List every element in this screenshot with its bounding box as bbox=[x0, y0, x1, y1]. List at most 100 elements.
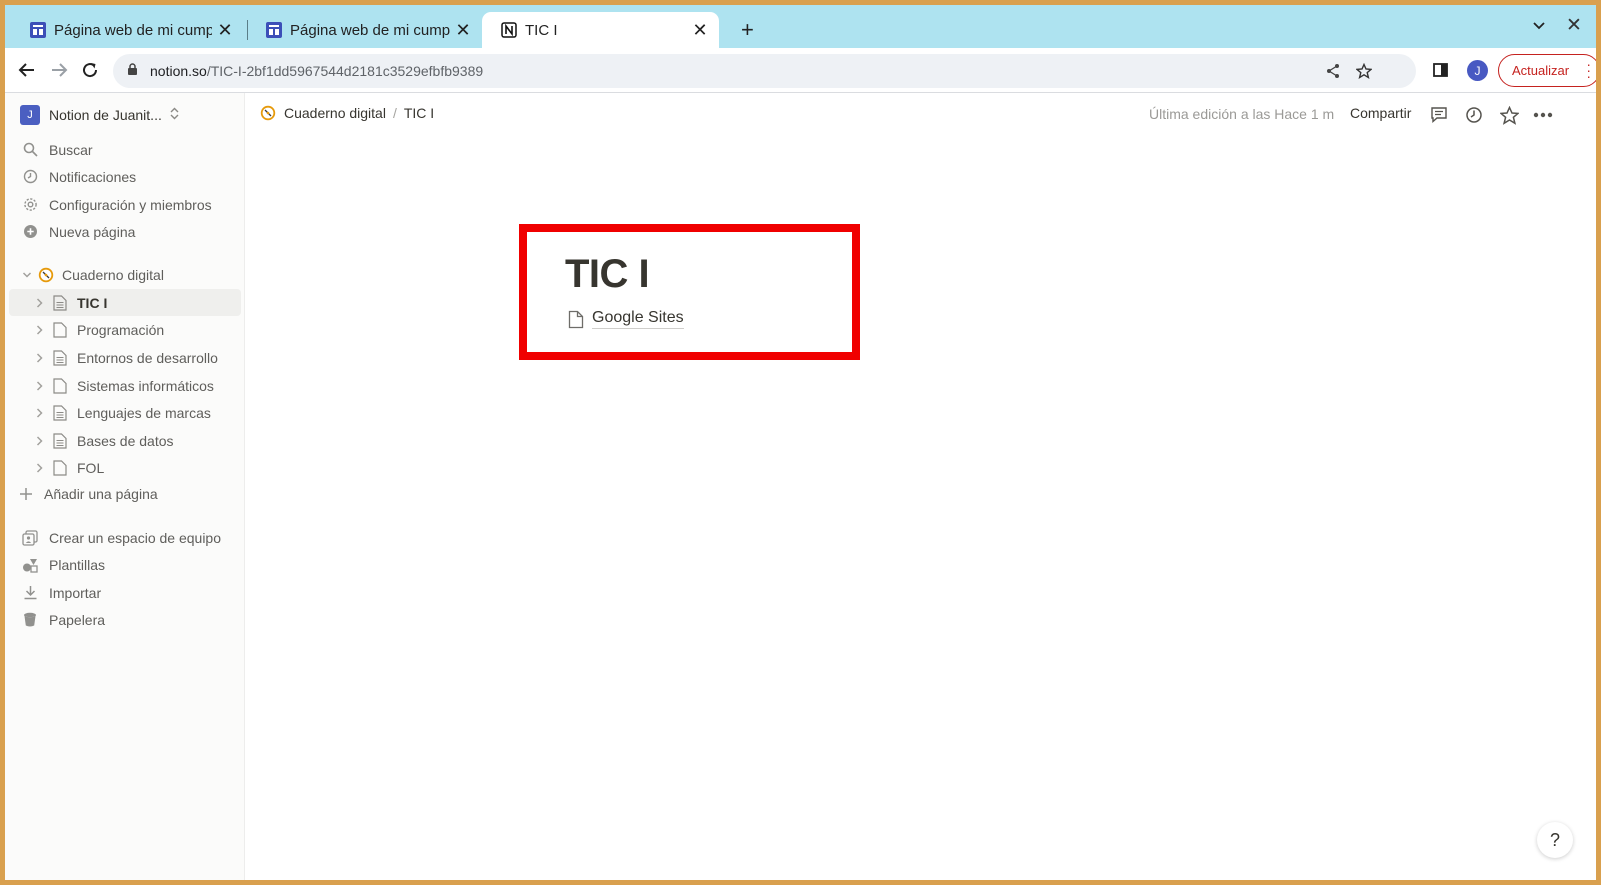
breadcrumb: Cuaderno digital / TIC I bbox=[260, 105, 434, 121]
chevron-right-icon[interactable] bbox=[32, 324, 46, 335]
lock-icon bbox=[127, 63, 138, 79]
sidebar-page-item[interactable]: TIC I bbox=[9, 289, 241, 316]
highlight-box: TIC I Google Sites bbox=[519, 224, 860, 360]
chevron-down-icon[interactable] bbox=[20, 270, 34, 280]
url-host: notion.so bbox=[150, 63, 207, 79]
sidebar-item-search[interactable]: Buscar bbox=[9, 136, 241, 163]
chevron-right-icon[interactable] bbox=[32, 380, 46, 391]
sidebar-item-label: Configuración y miembros bbox=[49, 196, 212, 213]
address-bar[interactable]: notion.so/TIC-I-2bf1dd5967544d2181c3529e… bbox=[113, 54, 1416, 88]
share-button[interactable]: Compartir bbox=[1350, 105, 1411, 121]
sidebar-item-label: Lenguajes de marcas bbox=[77, 404, 211, 421]
new-tab-button[interactable]: + bbox=[741, 17, 754, 43]
chevron-right-icon[interactable] bbox=[32, 462, 46, 473]
breadcrumb-item[interactable]: TIC I bbox=[404, 105, 434, 121]
notion-sidebar: J Notion de Juanit... Buscar Notificacio… bbox=[5, 93, 245, 880]
site-icon bbox=[29, 22, 46, 39]
breadcrumb-item[interactable]: Cuaderno digital bbox=[284, 105, 386, 121]
sidebar-item-label: Cuaderno digital bbox=[62, 266, 164, 283]
clock-icon bbox=[20, 169, 40, 184]
reload-icon[interactable] bbox=[80, 60, 100, 80]
page-title[interactable]: TIC I bbox=[565, 252, 650, 297]
bookmark-star-icon[interactable] bbox=[1355, 62, 1373, 82]
tab-title: TIC I bbox=[525, 21, 558, 39]
more-vertical-icon: · · · bbox=[1586, 56, 1591, 84]
browser-toolbar: notion.so/TIC-I-2bf1dd5967544d2181c3529e… bbox=[5, 48, 1596, 93]
notion-icon bbox=[500, 22, 517, 39]
update-label: Actualizar bbox=[1512, 63, 1570, 78]
browser-window: Página web de mi cumpleaños ✕ Página web… bbox=[5, 5, 1596, 880]
sidebar-page-item[interactable]: FOL bbox=[9, 454, 241, 481]
url-path: /TIC-I-2bf1dd5967544d2181c3529efbfb9389 bbox=[206, 63, 484, 79]
sidebar-page-item[interactable]: Entornos de desarrollo bbox=[9, 344, 241, 371]
plus-icon bbox=[16, 487, 36, 501]
sidebar-item-trash[interactable]: Papelera bbox=[9, 606, 241, 633]
last-edited-text: Última edición a las Hace 1 m bbox=[1149, 106, 1335, 122]
workspace-name: Notion de Juanit... bbox=[49, 107, 162, 123]
sidebar-page-item[interactable]: Sistemas informáticos bbox=[9, 372, 241, 399]
chevron-right-icon[interactable] bbox=[32, 435, 46, 446]
sidebar-item-settings[interactable]: Configuración y miembros bbox=[9, 191, 241, 218]
comment-icon[interactable] bbox=[1429, 105, 1449, 125]
sidebar-item-notifications[interactable]: Notificaciones bbox=[9, 163, 241, 190]
help-button[interactable]: ? bbox=[1537, 822, 1573, 858]
subpage-link[interactable]: Google Sites bbox=[568, 309, 684, 329]
document-icon bbox=[51, 294, 69, 311]
trash-icon bbox=[20, 612, 40, 627]
history-clock-icon[interactable] bbox=[1464, 105, 1484, 125]
workspace-switcher[interactable]: J Notion de Juanit... bbox=[20, 105, 179, 125]
profile-avatar[interactable]: J bbox=[1467, 60, 1488, 81]
add-page-button[interactable]: Añadir una página bbox=[9, 480, 241, 507]
update-button[interactable]: Actualizar · · · bbox=[1498, 54, 1596, 87]
download-icon bbox=[20, 585, 40, 600]
tab-title: Página web de mi cumpleaños bbox=[290, 21, 450, 39]
compass-icon bbox=[37, 267, 55, 283]
sidebar-item-label: Nueva página bbox=[49, 223, 136, 240]
workspace-avatar: J bbox=[20, 105, 40, 125]
page-topbar: Cuaderno digital / TIC I Última edición … bbox=[245, 93, 1596, 137]
share-icon[interactable] bbox=[1325, 63, 1341, 82]
templates-icon bbox=[20, 557, 40, 573]
sidebar-item-label: TIC I bbox=[77, 294, 108, 311]
breadcrumb-separator: / bbox=[392, 105, 397, 121]
page-icon bbox=[51, 377, 69, 394]
tab-close-icon[interactable]: ✕ bbox=[454, 20, 472, 41]
chevron-right-icon[interactable] bbox=[32, 297, 46, 308]
sidebar-page-cuaderno-digital[interactable]: Cuaderno digital bbox=[9, 261, 241, 288]
forward-arrow-icon[interactable] bbox=[49, 60, 69, 80]
side-panel-icon[interactable] bbox=[1433, 63, 1448, 82]
sidebar-page-item[interactable]: Bases de datos bbox=[9, 427, 241, 454]
tab-birthday-1[interactable]: Página web de mi cumpleaños ✕ bbox=[11, 12, 244, 48]
more-horizontal-icon[interactable] bbox=[1533, 105, 1553, 125]
tab-close-icon[interactable]: ✕ bbox=[216, 20, 234, 41]
page-icon bbox=[51, 459, 69, 476]
sidebar-item-label: Papelera bbox=[49, 611, 106, 628]
tab-close-icon[interactable]: ✕ bbox=[691, 20, 709, 41]
sidebar-item-label: Notificaciones bbox=[49, 168, 137, 185]
sidebar-item-templates[interactable]: Plantillas bbox=[9, 551, 241, 578]
site-icon bbox=[265, 22, 282, 39]
document-icon bbox=[51, 432, 69, 449]
window-close-icon[interactable]: ✕ bbox=[1566, 14, 1582, 37]
sidebar-item-label: Programación bbox=[77, 321, 165, 338]
back-arrow-icon[interactable] bbox=[17, 60, 37, 80]
sidebar-page-item[interactable]: Lenguajes de marcas bbox=[9, 399, 241, 426]
favorite-star-icon[interactable] bbox=[1499, 105, 1519, 125]
sidebar-item-label: Bases de datos bbox=[77, 432, 174, 449]
tab-tic-i[interactable]: TIC I ✕ bbox=[482, 12, 719, 48]
gear-icon bbox=[20, 197, 40, 212]
sidebar-item-new-page[interactable]: Nueva página bbox=[9, 218, 241, 245]
page-icon bbox=[51, 321, 69, 338]
sidebar-item-create-teamspace[interactable]: Crear un espacio de equipo bbox=[9, 524, 241, 551]
sidebar-item-label: Entornos de desarrollo bbox=[77, 349, 218, 366]
sidebar-item-label: FOL bbox=[77, 459, 105, 476]
sidebar-item-import[interactable]: Importar bbox=[9, 579, 241, 606]
chevron-right-icon[interactable] bbox=[32, 352, 46, 363]
search-icon bbox=[20, 142, 40, 157]
tab-birthday-2[interactable]: Página web de mi cumpleaños ✕ bbox=[247, 12, 482, 48]
tab-search-chevron-icon[interactable] bbox=[1532, 18, 1546, 37]
chevron-right-icon[interactable] bbox=[32, 407, 46, 418]
chevron-updown-icon bbox=[170, 107, 179, 123]
subpage-title: Google Sites bbox=[592, 309, 684, 329]
sidebar-page-item[interactable]: Programación bbox=[9, 316, 241, 343]
